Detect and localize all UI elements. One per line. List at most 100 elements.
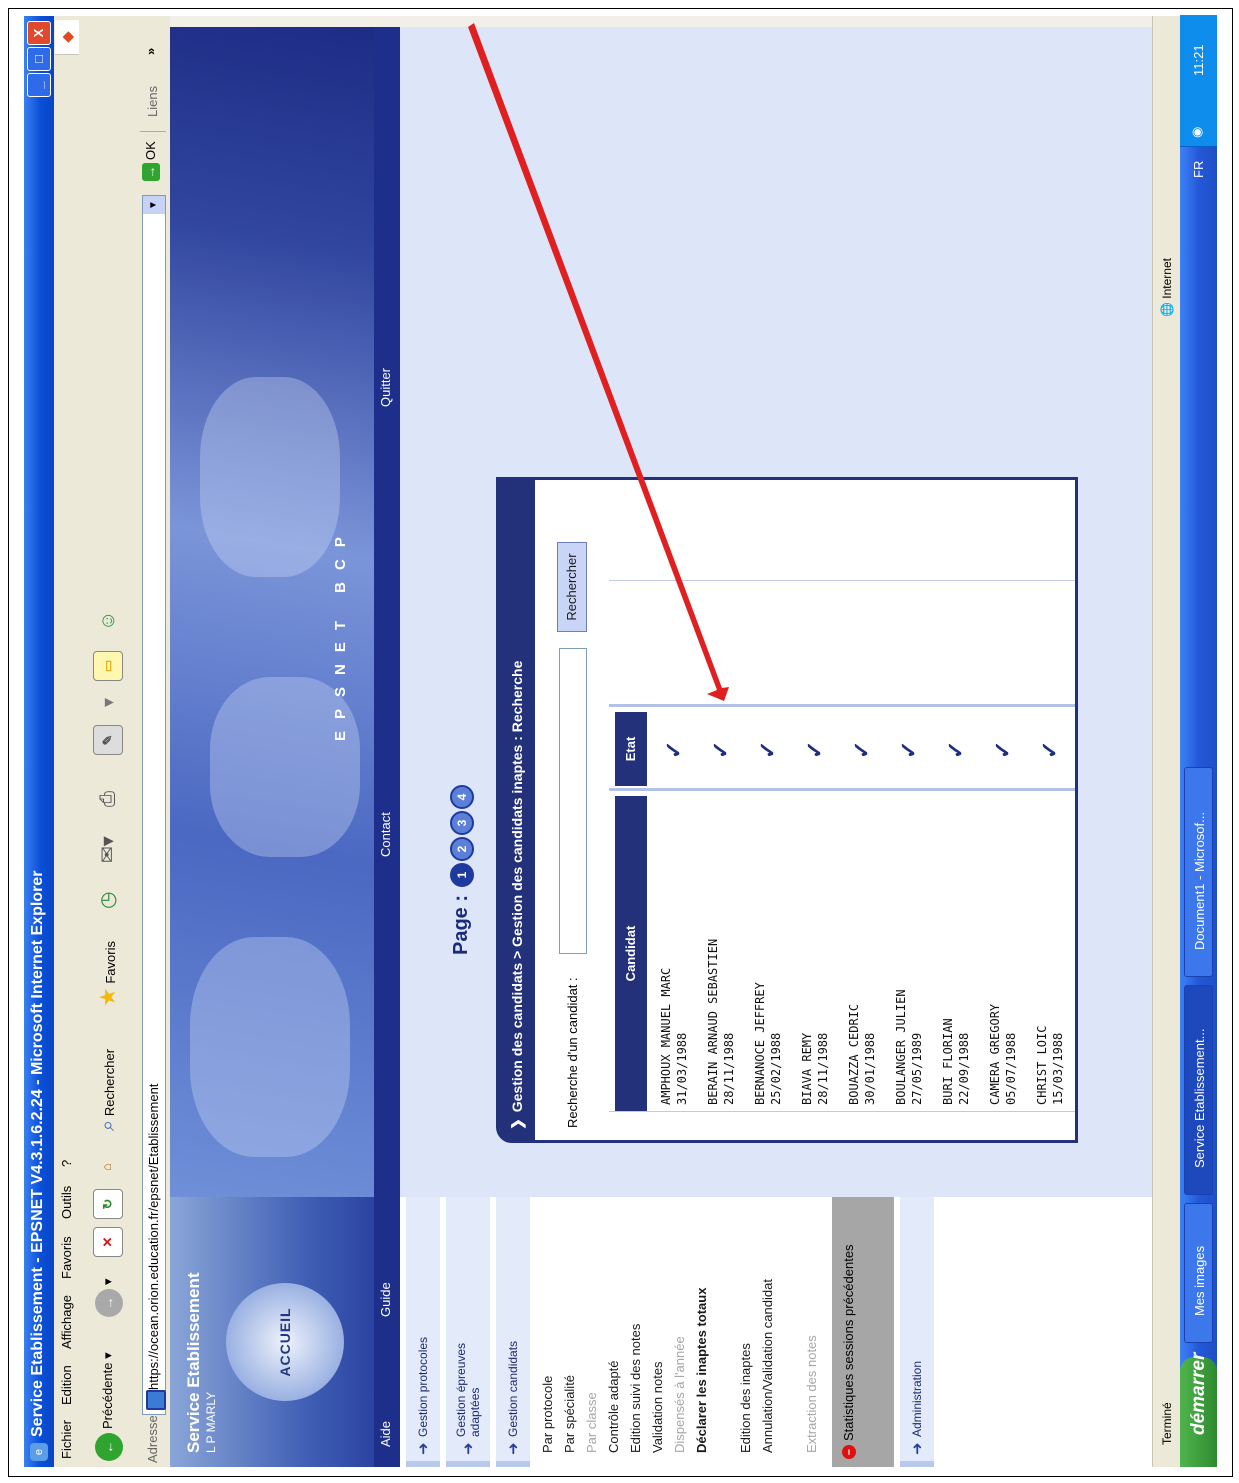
- checkmark-icon[interactable]: ✓: [802, 741, 828, 759]
- mail-icon[interactable]: ✉▾: [93, 836, 123, 863]
- candidate-search-input[interactable]: [559, 648, 587, 954]
- search-button[interactable]: Rechercher: [557, 542, 587, 632]
- checkmark-icon[interactable]: ✓: [661, 741, 687, 759]
- nav-aide[interactable]: Aide: [378, 1421, 393, 1447]
- item-edition-suivi[interactable]: Edition suivi des notes: [628, 1324, 643, 1453]
- task-service-etablissement[interactable]: Service Etablissement...: [1184, 985, 1213, 1195]
- checkmark-icon[interactable]: ✓: [849, 741, 875, 759]
- print-icon[interactable]: ⎙: [93, 791, 123, 807]
- checkmark-icon[interactable]: ✓: [943, 741, 969, 759]
- table-row[interactable]: BOUAZZA CEDRIC 30/01/1988 ✓: [841, 581, 888, 1111]
- main-area: Page : 1 2 3 4 ❯ Gestion des candidats > …: [400, 16, 1160, 1197]
- refresh-icon[interactable]: ↻: [93, 1189, 123, 1219]
- page-link-1[interactable]: 1: [450, 863, 474, 887]
- table-row[interactable]: AMPHOUX MANUEL MARC 31/03/1988 ✓: [653, 581, 700, 1111]
- candidate-name[interactable]: CHRIST LOIC: [1035, 1026, 1049, 1105]
- item-validation-notes[interactable]: Validation notes: [650, 1361, 665, 1453]
- menu-gestion-epreuves[interactable]: ➜ Gestion épreuves adaptées: [446, 1191, 490, 1467]
- address-input[interactable]: https://ocean.orion.education.fr/epsnet/…: [142, 195, 166, 1415]
- nav-quitter[interactable]: Quitter: [378, 368, 393, 407]
- nav-guide[interactable]: Guide: [378, 1282, 393, 1317]
- task-document1[interactable]: Document1 - Microsof...: [1184, 767, 1213, 977]
- go-button[interactable]: → OK: [142, 141, 160, 181]
- menu-affichage[interactable]: Affichage: [59, 1295, 74, 1349]
- home-icon[interactable]: ⌂: [93, 1153, 121, 1181]
- address-dropdown-icon[interactable]: ▼: [143, 196, 165, 214]
- minimize-button[interactable]: _: [27, 73, 51, 97]
- no-entry-icon: –: [842, 1445, 856, 1459]
- search-button[interactable]: ⌕ Rechercher: [93, 1049, 123, 1131]
- item-par-classe: Par classe: [584, 1392, 599, 1453]
- chevron-right-icon: ❯: [509, 1118, 525, 1130]
- candidate-name[interactable]: BIAVA REMY: [800, 1033, 814, 1105]
- start-button[interactable]: démarrer: [1180, 1353, 1217, 1467]
- arrow-right-icon: ➜: [415, 1442, 432, 1455]
- links-button[interactable]: Liens: [145, 86, 160, 117]
- nav-contact[interactable]: Contact: [378, 812, 393, 857]
- clock: 11:21: [1191, 44, 1206, 76]
- item-edition-inaptes[interactable]: Edition des inaptes: [738, 1343, 753, 1453]
- candidate-name[interactable]: BURI FLORIAN: [941, 1018, 955, 1105]
- messenger-icon[interactable]: ☺: [93, 611, 123, 631]
- item-par-specialite[interactable]: Par spécialité: [562, 1375, 577, 1453]
- item-annulation[interactable]: Annulation/Validation candidat: [760, 1253, 775, 1453]
- menu-help[interactable]: ?: [59, 1160, 74, 1167]
- menu-administration[interactable]: ➜ Administration: [900, 1191, 934, 1467]
- candidate-name[interactable]: BERAIN ARNAUD SEBASTIEN: [706, 939, 720, 1105]
- forward-button[interactable]: →▾: [93, 1278, 123, 1317]
- title-bar: e Service Etablissement - EPSNET V4.3.1.…: [24, 16, 54, 1467]
- menu-edition[interactable]: Edition: [59, 1365, 74, 1405]
- item-declarer-inaptes[interactable]: Déclarer les inaptes totaux: [694, 1253, 709, 1453]
- candidate-name[interactable]: BOUAZZA CEDRIC: [847, 1004, 861, 1105]
- favorites-button[interactable]: ★ Favoris: [93, 941, 123, 1007]
- candidate-name[interactable]: BERNANOCE JEFFREY: [753, 982, 767, 1105]
- page-link-3[interactable]: 3: [450, 811, 474, 835]
- column-header-candidat[interactable]: Candidat: [615, 796, 647, 1111]
- note-icon[interactable]: ▭: [93, 651, 123, 681]
- checkmark-icon[interactable]: ✓: [708, 741, 734, 759]
- menu-label: Gestion candidats: [506, 1340, 520, 1437]
- table-row[interactable]: BIAVA REMY 28/11/1988 ✓: [794, 581, 841, 1111]
- page-link-4[interactable]: 4: [450, 785, 474, 809]
- back-button[interactable]: ←Précédente ▾: [93, 1352, 123, 1461]
- checkmark-icon[interactable]: ✓: [990, 741, 1016, 759]
- links-more-icon[interactable]: »: [143, 48, 158, 55]
- task-mes-images[interactable]: Mes images: [1184, 1203, 1213, 1343]
- table-row[interactable]: BURI FLORIAN 22/09/1988 ✓: [935, 581, 982, 1111]
- table-row[interactable]: BOULANGER JULIEN 27/05/1989 ✓: [888, 581, 935, 1111]
- edit-icon[interactable]: ✎: [93, 725, 123, 755]
- home-button[interactable]: ACCUEIL: [226, 1283, 344, 1401]
- checkmark-icon[interactable]: ✓: [1037, 741, 1063, 759]
- menu-outils[interactable]: Outils: [59, 1186, 74, 1219]
- table-row[interactable]: CAMERA GREGORY 05/07/1988 ✓: [982, 581, 1029, 1111]
- page-icon: [146, 1390, 166, 1410]
- table-row[interactable]: CHRIST LOIC 15/03/1988 ✓: [1029, 581, 1076, 1111]
- maximize-button[interactable]: □: [27, 47, 51, 71]
- stop-icon[interactable]: ✕: [93, 1227, 123, 1257]
- candidate-name[interactable]: BOULANGER JULIEN: [894, 989, 908, 1105]
- history-icon[interactable]: ◷: [93, 892, 123, 909]
- candidate-name[interactable]: CAMERA GREGORY: [988, 1004, 1002, 1105]
- vertical-scrollbar[interactable]: [170, 16, 1152, 27]
- table-row[interactable]: BERAIN ARNAUD SEBASTIEN 28/11/1988 ✓: [700, 581, 747, 1111]
- checkmark-icon[interactable]: ✓: [896, 741, 922, 759]
- close-button[interactable]: X: [27, 21, 51, 45]
- banner: EPSNET BCP Contact Quitter: [170, 16, 400, 1197]
- item-controle-adapte[interactable]: Contrôle adapté: [606, 1360, 621, 1453]
- candidate-name[interactable]: AMPHOUX MANUEL MARC: [659, 968, 673, 1105]
- menu-fichier[interactable]: Fichier: [59, 1420, 74, 1459]
- item-par-protocole[interactable]: Par protocole: [540, 1376, 555, 1453]
- menu-gestion-candidats[interactable]: ➜ Gestion candidats: [496, 1191, 530, 1467]
- column-header-etat[interactable]: Etat: [615, 712, 647, 786]
- candidate-birthdate: 28/11/1988: [722, 1032, 736, 1105]
- checkmark-icon[interactable]: ✓: [755, 741, 781, 759]
- menu-gestion-protocoles[interactable]: ➜ Gestion protocoles: [406, 1191, 440, 1467]
- table-row[interactable]: BERNANOCE JEFFREY 25/02/1988 ✓: [747, 581, 794, 1111]
- menu-label: Gestion protocoles: [416, 1336, 430, 1437]
- page-link-2[interactable]: 2: [450, 837, 474, 861]
- discuss-icon[interactable]: ▾: [93, 698, 123, 707]
- menu-statistiques[interactable]: – Statistiques sessions précédentes: [832, 1197, 894, 1467]
- network-icon[interactable]: ◉: [1189, 127, 1205, 138]
- language-indicator[interactable]: FR: [1191, 161, 1206, 178]
- menu-favoris[interactable]: Favoris: [59, 1236, 74, 1279]
